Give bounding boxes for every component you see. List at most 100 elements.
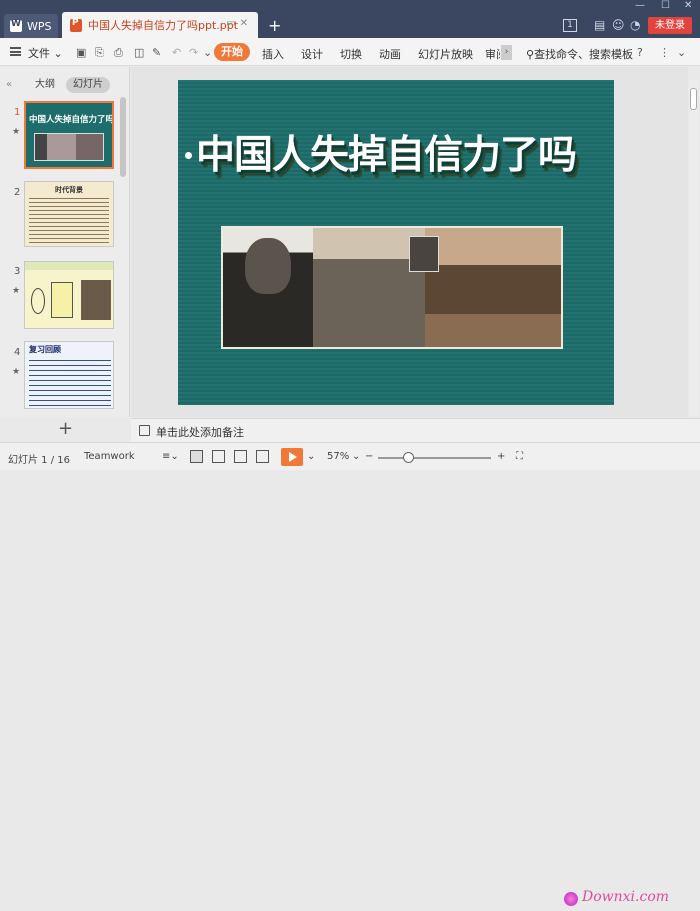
slide-number: 4 bbox=[14, 347, 21, 358]
file-menu[interactable]: 文件 ⌄ bbox=[28, 45, 63, 61]
sepia-photo bbox=[425, 228, 561, 347]
zoom-dropdown-icon[interactable]: ⌄ bbox=[352, 451, 360, 462]
notes-placeholder[interactable]: 单击此处添加备注 bbox=[156, 424, 244, 440]
slide-thumbnail-title: 时代背景 bbox=[55, 186, 83, 194]
watermark-logo: Downxi.com bbox=[560, 889, 700, 911]
ppt-file-icon bbox=[70, 18, 82, 32]
zoom-out-icon[interactable]: − bbox=[365, 451, 373, 462]
export-pdf-icon[interactable]: ⎘ bbox=[95, 46, 104, 60]
scrollbar-thumb[interactable] bbox=[690, 88, 697, 110]
thumbnail-photo bbox=[81, 280, 111, 320]
print-preview-icon[interactable]: ◫ bbox=[134, 46, 144, 59]
minimize-icon[interactable]: — bbox=[635, 0, 645, 16]
slide-number: 1 bbox=[14, 107, 21, 118]
wps-logo-icon bbox=[10, 19, 22, 32]
thumbnail-circle bbox=[31, 288, 45, 314]
play-dropdown-icon[interactable]: ⌄ bbox=[307, 451, 315, 462]
zoom-slider-handle[interactable] bbox=[403, 452, 414, 463]
slide-title[interactable]: 中国人失掉自信力了吗 bbox=[196, 124, 577, 180]
zoom-value[interactable]: 57% bbox=[327, 451, 349, 462]
tab-slideshow[interactable]: 幻灯片放映 bbox=[418, 46, 473, 62]
inset-portrait bbox=[409, 236, 439, 272]
fit-window-icon[interactable]: ⛶ bbox=[516, 451, 523, 462]
tab-outline[interactable]: 大纲 bbox=[30, 77, 60, 93]
more-options-icon[interactable]: ⋮ bbox=[659, 46, 670, 59]
skin-icon[interactable]: ▤ bbox=[594, 18, 605, 32]
notes-icon bbox=[139, 425, 150, 436]
tab-insert[interactable]: 插入 bbox=[262, 46, 284, 62]
tab-slides[interactable]: 幻灯片 bbox=[66, 77, 110, 93]
watermark-text: Downxi.com bbox=[582, 889, 670, 905]
save-icon[interactable]: ▣ bbox=[76, 46, 86, 59]
thumbnail-photo bbox=[34, 133, 104, 161]
reading-view-icon[interactable] bbox=[234, 450, 247, 463]
zoom-slider[interactable] bbox=[378, 457, 491, 459]
slide-thumbnail-1[interactable]: 中国人失掉自信力了吗 bbox=[24, 101, 114, 169]
zoom-in-icon[interactable]: + bbox=[497, 451, 505, 462]
close-window-icon[interactable]: ✕ bbox=[684, 0, 692, 16]
help-icon[interactable]: ? bbox=[637, 46, 643, 59]
slide-thumbnail-title: 中国人失掉自信力了吗 bbox=[29, 115, 114, 125]
slide-canvas: 中国人失掉自信力了吗 bbox=[131, 67, 688, 417]
search-icon: ⚲ bbox=[526, 48, 535, 61]
tabs-scroll-right-icon[interactable]: › bbox=[501, 45, 512, 60]
theme-name[interactable]: Teamwork bbox=[84, 451, 135, 462]
status-bar: 幻灯片 1 / 16 Teamwork ≡⌄ ⌄ 57% ⌄ − + ⛶ Dow… bbox=[0, 442, 700, 906]
tab-document-label: 中国人失掉自信力了吗ppt.ppt bbox=[88, 19, 239, 32]
new-tab-icon[interactable]: + bbox=[268, 16, 281, 35]
more-quick-icon[interactable]: ⌄ bbox=[203, 46, 212, 59]
command-search-label: 查找命令、搜索模板 bbox=[534, 48, 634, 61]
undo-icon[interactable]: ↶ bbox=[172, 46, 181, 59]
tab-animation[interactable]: 动画 bbox=[379, 46, 401, 62]
slide-sorter-icon[interactable] bbox=[212, 450, 225, 463]
slide-number: 2 bbox=[14, 187, 21, 198]
notes-page-icon[interactable] bbox=[256, 450, 269, 463]
settings-icon[interactable]: ◔ bbox=[630, 18, 640, 32]
normal-view-icon[interactable] bbox=[190, 450, 203, 463]
hamburger-menu-icon[interactable] bbox=[10, 47, 21, 56]
maximize-icon[interactable]: ☐ bbox=[661, 0, 670, 16]
tab-wps-label: WPS bbox=[27, 19, 52, 33]
slide-number: 3 bbox=[14, 266, 21, 277]
format-painter-icon[interactable]: ✎ bbox=[152, 46, 161, 59]
tab-start[interactable]: 开始 bbox=[214, 43, 250, 61]
play-slideshow-button[interactable] bbox=[281, 448, 303, 466]
notes-bar[interactable]: 单击此处添加备注 bbox=[131, 418, 700, 442]
slide-thumbnail-2[interactable]: 时代背景 bbox=[24, 181, 114, 247]
tab-wps-home[interactable]: WPS bbox=[4, 14, 58, 38]
thumbnail-text-lines bbox=[29, 356, 111, 406]
chevron-down-icon: ⌄ bbox=[53, 47, 63, 60]
feedback-icon[interactable]: ☺ bbox=[612, 18, 625, 32]
page-count-badge[interactable]: 1 bbox=[563, 19, 577, 32]
redo-icon[interactable]: ↷ bbox=[189, 46, 198, 59]
tab-document[interactable]: 中国人失掉自信力了吗ppt.ppt ▭✕ bbox=[62, 12, 258, 38]
collapse-ribbon-icon[interactable]: ⌄ bbox=[677, 46, 686, 59]
panel-scrollbar[interactable] bbox=[120, 97, 126, 177]
slide-thumbnail-4[interactable]: 复习回顾 bbox=[24, 341, 114, 409]
title-bar: — ☐ ✕ WPS 中国人失掉自信力了吗ppt.ppt ▭✕ + 1 ▤ ☺ ◔… bbox=[0, 0, 700, 38]
slide-thumbnails-panel: « 大纲 幻灯片 1 ★ 中国人失掉自信力了吗 2 时代背景 3 ★ 4 ★ 复… bbox=[0, 67, 130, 439]
tab-close-icon[interactable]: ▭✕ bbox=[226, 18, 252, 29]
slide-photo-collage[interactable] bbox=[221, 226, 563, 349]
slide-count: 幻灯片 1 / 16 bbox=[8, 455, 70, 466]
tab-design[interactable]: 设计 bbox=[301, 46, 323, 62]
slide-thumbnail-3[interactable] bbox=[24, 261, 114, 329]
notes-toggle-icon[interactable]: ≡⌄ bbox=[162, 451, 179, 462]
login-button[interactable]: 未登录 bbox=[648, 17, 692, 34]
print-icon[interactable]: ⎙ bbox=[114, 46, 123, 60]
thumbnail-text-lines bbox=[29, 195, 109, 243]
watermark-icon bbox=[564, 892, 578, 906]
star-icon: ★ bbox=[12, 286, 21, 296]
file-menu-label: 文件 bbox=[28, 47, 50, 60]
command-search[interactable]: ⚲查找命令、搜索模板 bbox=[526, 46, 633, 62]
vertical-scrollbar[interactable] bbox=[689, 80, 698, 416]
collapse-panel-icon[interactable]: « bbox=[6, 79, 12, 90]
current-slide[interactable]: 中国人失掉自信力了吗 bbox=[178, 80, 614, 405]
portrait-face bbox=[245, 238, 291, 294]
tab-review[interactable]: 审阅 bbox=[485, 46, 500, 62]
tab-transition[interactable]: 切换 bbox=[340, 46, 362, 62]
star-icon: ★ bbox=[12, 367, 21, 377]
thumbnail-box bbox=[51, 282, 73, 318]
add-slide-button[interactable]: + bbox=[58, 418, 73, 439]
star-icon: ★ bbox=[12, 127, 21, 137]
